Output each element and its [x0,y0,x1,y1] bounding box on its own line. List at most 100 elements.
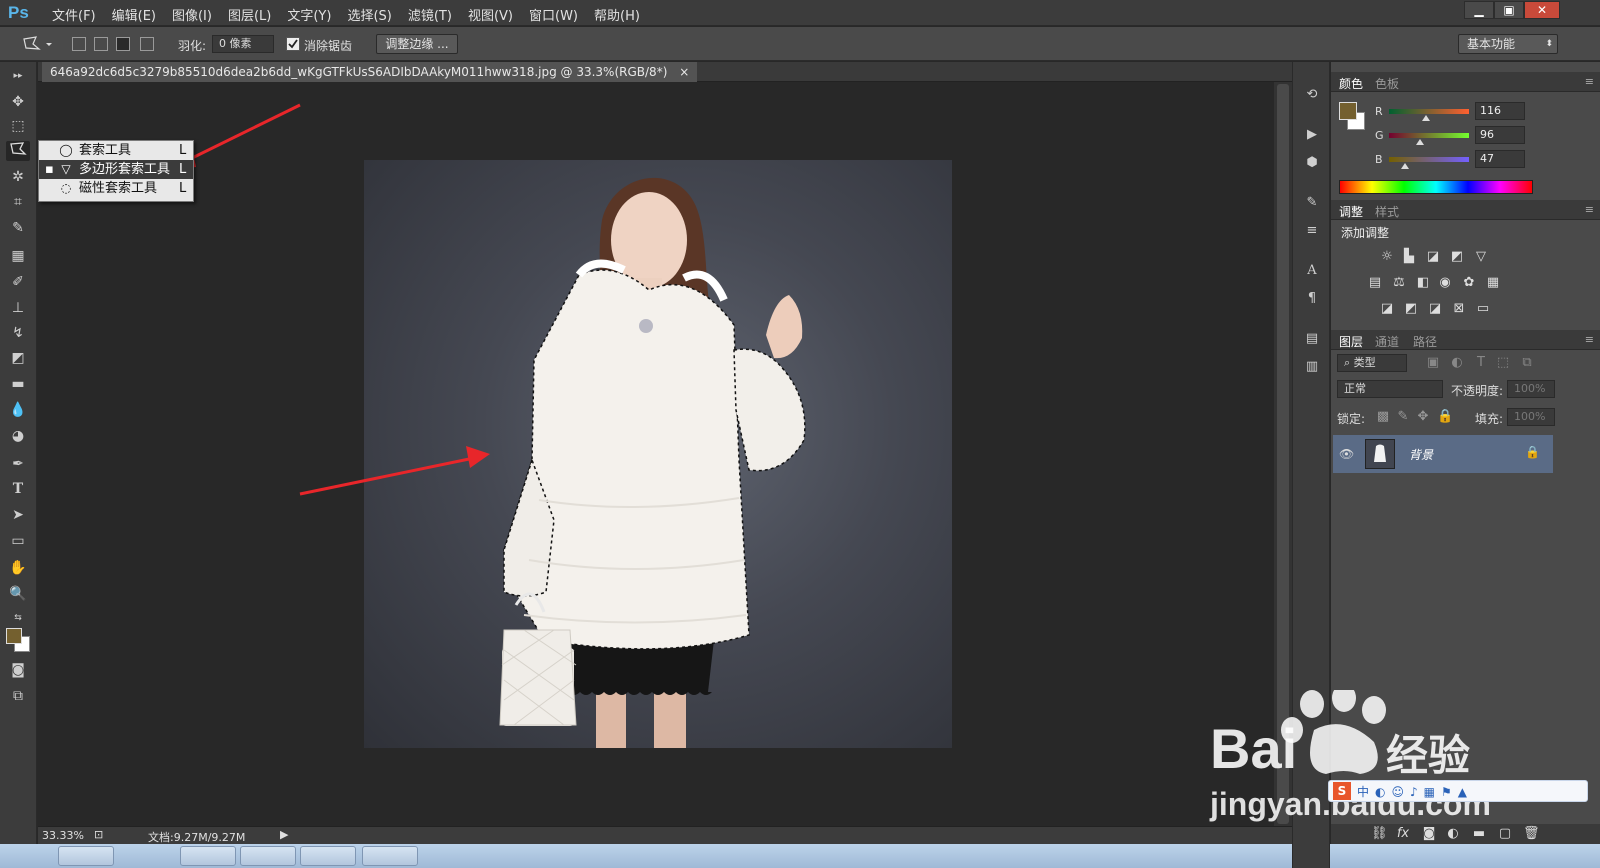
opacity-input[interactable]: 100% [1507,380,1555,398]
eye-icon[interactable]: 👁 [1339,447,1354,461]
taskbar-app[interactable] [180,846,236,866]
color-panel-header: 颜色 色板 ≡ [1331,72,1600,92]
vibrance-icon[interactable]: ▽ [1473,250,1489,264]
color-lookup-icon[interactable]: ▦ [1485,276,1501,290]
properties-icon[interactable]: ▥ [1302,358,1322,376]
invert-icon[interactable]: ◪ [1379,302,1395,316]
paragraph-icon[interactable]: ¶ [1302,290,1322,308]
slider-track[interactable] [1389,133,1469,138]
flyout-item-lasso[interactable]: ◯ 套索工具 L [39,141,193,160]
black-white-icon[interactable]: ◧ [1415,276,1431,290]
3d-icon[interactable]: ⬢ [1302,154,1322,172]
actions-icon[interactable]: ▶ [1302,126,1322,144]
brightness-icon[interactable]: ☼ [1379,250,1395,264]
tab-adjustments[interactable]: 调整 [1339,203,1363,220]
panel-menu-icon[interactable]: ≡ [1585,203,1594,216]
status-bar: 33.33% ⊡ 文档:9.27M/9.27M ▶ [38,826,1292,844]
baidu-brand-text: Bai [1210,717,1298,780]
taskbar-app[interactable] [362,846,418,866]
slider-track[interactable] [1389,157,1469,162]
posterize-icon[interactable]: ◩ [1403,302,1419,316]
zoom-level[interactable]: 33.33% [42,829,84,842]
ime-s-icon[interactable]: S [1333,782,1351,800]
jingyan-brand-text: 经验 [1386,731,1471,780]
taskbar-app[interactable] [58,846,114,866]
b-value-input[interactable]: 47 [1475,150,1525,168]
lock-image-icon[interactable]: ✎ [1395,410,1411,424]
filter-shape-icon[interactable]: ⬚ [1495,356,1511,370]
panel-menu-icon[interactable]: ≡ [1585,333,1594,346]
filter-smart-icon[interactable]: ⧉ [1519,356,1535,370]
history-icon[interactable]: ⟲ [1302,86,1322,104]
fill-input[interactable]: 100% [1507,408,1555,426]
status-info-icon[interactable]: ⊡ [94,828,103,841]
slider-marker-r[interactable] [1422,115,1431,121]
ime-toolbar[interactable]: S 中◐☺♪▦⚑▲ [1328,780,1588,802]
channel-mixer-icon[interactable]: ✿ [1461,276,1477,290]
tab-channels[interactable]: 通道 [1375,333,1399,350]
filter-type-icon[interactable]: T [1473,356,1489,370]
slider-label: R [1375,105,1383,118]
layers-panel-header: 图层 通道 路径 ≡ [1331,330,1600,350]
magnetic-lasso-icon: ◌ [60,181,72,195]
slider-marker-g[interactable] [1416,139,1425,145]
gradient-map-icon[interactable]: ▭ [1475,302,1491,316]
lasso-icon: ◯ [59,143,73,157]
selective-color-icon[interactable]: ⊠ [1451,302,1467,316]
tab-color[interactable]: 颜色 [1339,75,1363,92]
foreground-color-swatch[interactable] [6,628,22,644]
brush-presets-icon[interactable]: ≡ [1302,222,1322,240]
filter-kind-label: 类型 [1353,356,1376,369]
lock-all-icon[interactable]: 🔒 [1437,410,1453,424]
tab-layers[interactable]: 图层 [1339,333,1363,350]
search-icon: ⌕ [1344,356,1354,369]
layer-name[interactable]: 背景 [1409,446,1433,463]
flyout-shortcut: L [179,143,187,158]
taskbar-app[interactable] [240,846,296,866]
blend-mode-select[interactable]: 正常 [1337,380,1443,398]
info-panel-icon[interactable]: ▤ [1302,330,1322,348]
slider-track[interactable] [1389,109,1469,114]
filter-pixel-icon[interactable]: ▣ [1425,356,1441,370]
photo-filter-icon[interactable]: ◉ [1437,276,1453,290]
lock-position-icon[interactable]: ✥ [1415,410,1431,424]
fill-label: 填充: [1475,412,1504,426]
layer-thumbnail [1365,439,1395,469]
g-value-input[interactable]: 96 [1475,126,1525,144]
brush-panel-icon[interactable]: ✎ [1302,194,1322,212]
selected-dot-icon: ▪ [45,162,54,177]
curves-icon[interactable]: ◪ [1425,250,1441,264]
ime-icons: 中◐☺♪▦⚑▲ [1357,785,1473,799]
status-menu-arrow-icon[interactable]: ▶ [280,828,288,841]
levels-icon[interactable]: ▙ [1401,250,1417,264]
character-icon[interactable]: A [1302,262,1322,280]
taskbar-app[interactable] [300,846,356,866]
layer-row-background[interactable]: 👁 背景 🔒 [1333,435,1553,473]
baidu-watermark: Bai 经验 jingyan.baidu.com S 中◐☺♪▦⚑▲ [1210,690,1590,840]
panel-menu-icon[interactable]: ≡ [1585,75,1594,88]
r-value-input[interactable]: 116 [1475,102,1525,120]
flyout-item-magnetic-lasso[interactable]: ◌ 磁性套索工具 L [39,179,193,198]
flyout-shortcut: L [179,181,187,196]
tab-paths[interactable]: 路径 [1413,333,1437,350]
slider-label: B [1375,153,1383,166]
tab-swatches[interactable]: 色板 [1375,75,1399,92]
filter-adjustment-icon[interactable]: ◐ [1449,356,1465,370]
color-balance-icon[interactable]: ⚖ [1391,276,1407,290]
polygonal-lasso-icon: ▽ [61,162,71,176]
panel-foreground-swatch[interactable] [1339,102,1357,120]
tab-styles[interactable]: 样式 [1375,203,1399,220]
exposure-icon[interactable]: ◩ [1449,250,1465,264]
color-spectrum[interactable] [1339,180,1533,194]
blend-mode-label: 正常 [1344,382,1366,395]
slider-marker-b[interactable] [1400,163,1409,169]
flyout-item-polygonal-lasso[interactable]: ▪ ▽ 多边形套索工具 L [39,160,193,179]
flyout-item-label: 多边形套索工具 [79,162,171,177]
threshold-icon[interactable]: ◪ [1427,302,1443,316]
flyout-shortcut: L [179,162,187,177]
lasso-tools-flyout: ◯ 套索工具 L ▪ ▽ 多边形套索工具 L ◌ 磁性套索工具 L [38,140,194,202]
hue-saturation-icon[interactable]: ▤ [1367,276,1383,290]
lock-transparent-icon[interactable]: ▩ [1375,410,1391,424]
lock-icon: 🔒 [1525,445,1540,459]
layer-filter-select[interactable]: ⌕ 类型 [1337,354,1407,372]
